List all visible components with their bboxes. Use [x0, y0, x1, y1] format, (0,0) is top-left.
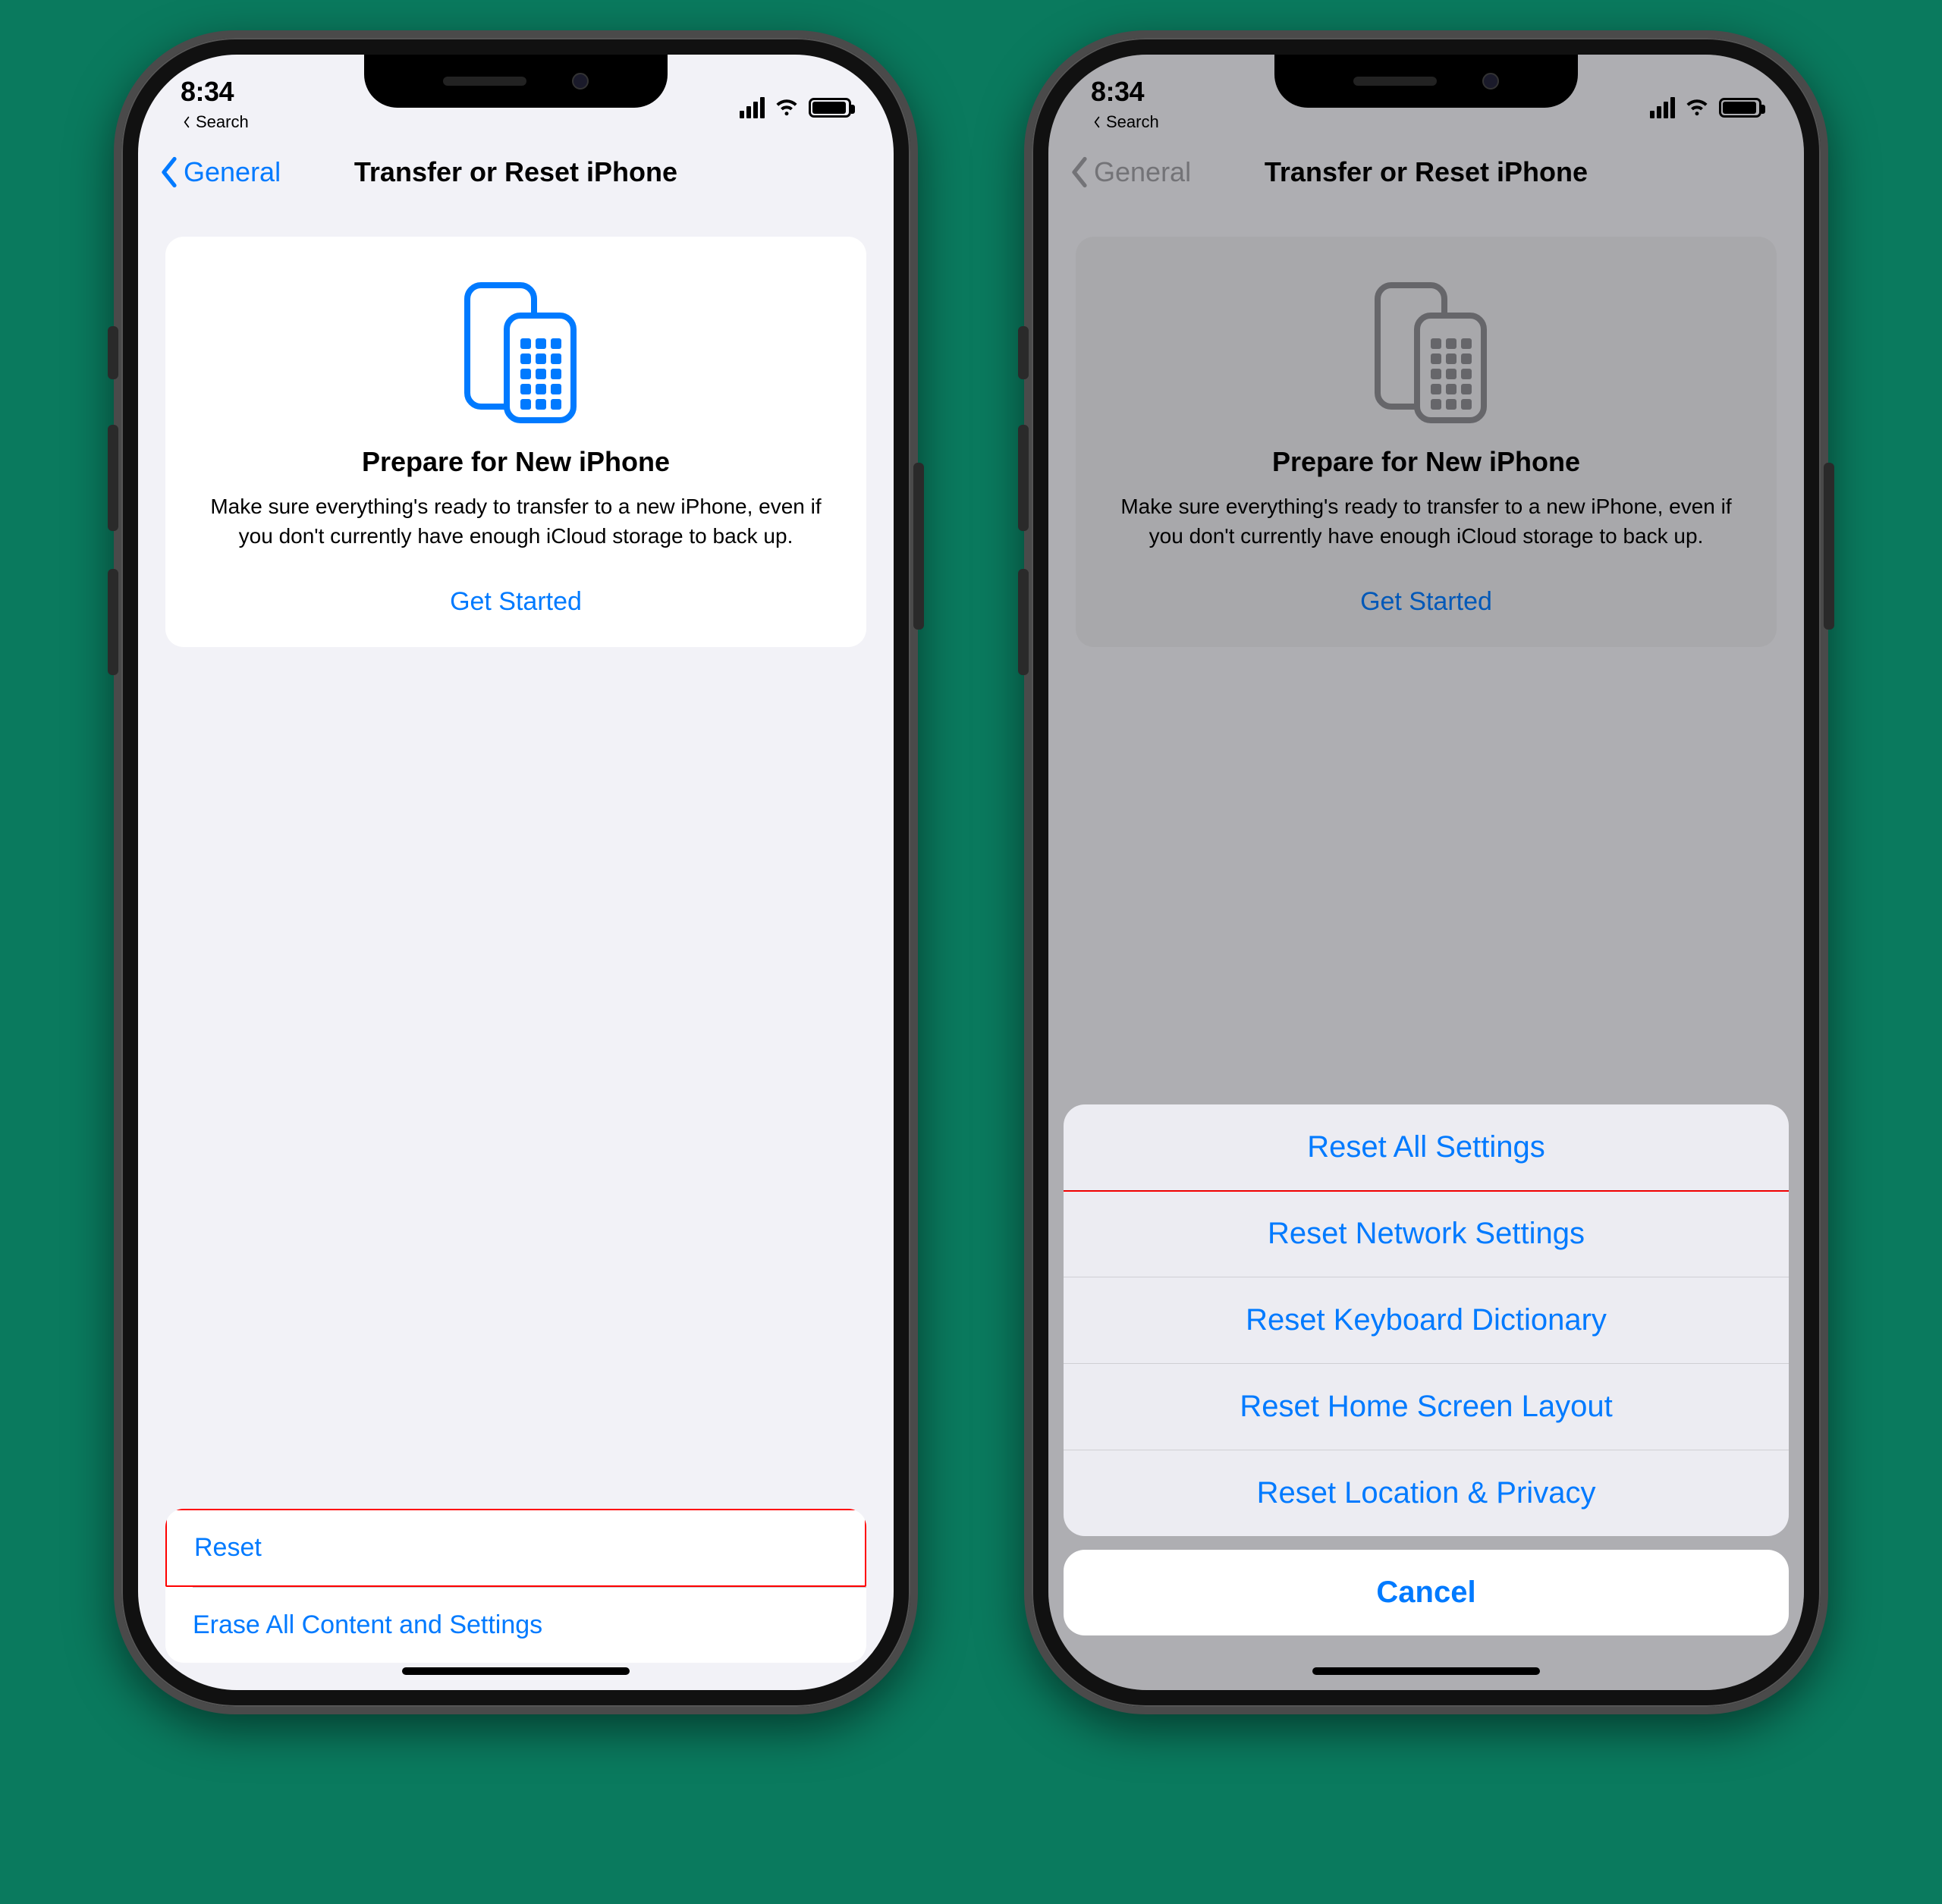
iphone-frame-left: 8:34 Search General Transfer or Reset iP… [114, 30, 918, 1714]
erase-row[interactable]: Erase All Content and Settings [165, 1588, 866, 1663]
notch [1274, 55, 1578, 108]
nav-back-label: General [184, 156, 281, 188]
status-time: 8:34 [181, 76, 234, 108]
iphone-frame-right: 8:34 Search General Transfer or Reset iP… [1024, 30, 1828, 1714]
breadcrumb-back-hint[interactable]: Search [181, 112, 249, 132]
transfer-phones-icon [196, 279, 836, 423]
prepare-body: Make sure everything's ready to transfer… [196, 492, 836, 551]
sheet-cancel-button[interactable]: Cancel [1064, 1550, 1789, 1635]
prepare-heading: Prepare for New iPhone [196, 446, 836, 478]
home-indicator[interactable] [402, 1667, 630, 1675]
sheet-item-reset-location-privacy[interactable]: Reset Location & Privacy [1064, 1450, 1789, 1536]
content-area: Prepare for New iPhone Make sure everyth… [138, 206, 894, 1690]
volume-down-button [108, 569, 118, 675]
reset-row[interactable]: Reset [165, 1509, 866, 1587]
bottom-option-list: Reset Erase All Content and Settings [165, 1509, 866, 1663]
reset-action-sheet: Reset All Settings Reset Network Setting… [1064, 1104, 1789, 1635]
sheet-item-reset-keyboard[interactable]: Reset Keyboard Dictionary [1064, 1277, 1789, 1363]
battery-icon [809, 98, 851, 118]
screen-left: 8:34 Search General Transfer or Reset iP… [138, 55, 894, 1690]
cellular-signal-icon [740, 97, 765, 118]
front-camera [572, 73, 589, 90]
erase-label: Erase All Content and Settings [193, 1610, 542, 1639]
home-indicator[interactable] [1312, 1667, 1540, 1675]
action-sheet-group: Reset All Settings Reset Network Setting… [1064, 1104, 1789, 1536]
sheet-item-reset-network[interactable]: Reset Network Settings [1064, 1191, 1789, 1277]
wifi-icon [774, 97, 800, 118]
notch [364, 55, 668, 108]
chevron-left-icon [159, 156, 179, 188]
silent-switch [108, 326, 118, 379]
speaker-grille [1353, 77, 1437, 86]
prepare-card: Prepare for New iPhone Make sure everyth… [165, 237, 866, 647]
side-button [1824, 463, 1834, 630]
nav-back-button[interactable]: General [159, 156, 281, 188]
sheet-item-reset-all[interactable]: Reset All Settings [1064, 1104, 1789, 1190]
reset-label: Reset [194, 1533, 262, 1562]
volume-down-button [1018, 569, 1029, 675]
side-button [913, 463, 924, 630]
breadcrumb-back-label: Search [196, 112, 249, 132]
front-camera [1482, 73, 1499, 90]
silent-switch [1018, 326, 1029, 379]
speaker-grille [443, 77, 526, 86]
sheet-item-reset-home-layout[interactable]: Reset Home Screen Layout [1064, 1364, 1789, 1450]
screen-right: 8:34 Search General Transfer or Reset iP… [1048, 55, 1804, 1690]
get-started-button[interactable]: Get Started [450, 587, 582, 617]
volume-up-button [1018, 425, 1029, 531]
volume-up-button [108, 425, 118, 531]
nav-bar: General Transfer or Reset iPhone [138, 138, 894, 206]
chevron-left-icon [181, 116, 193, 128]
